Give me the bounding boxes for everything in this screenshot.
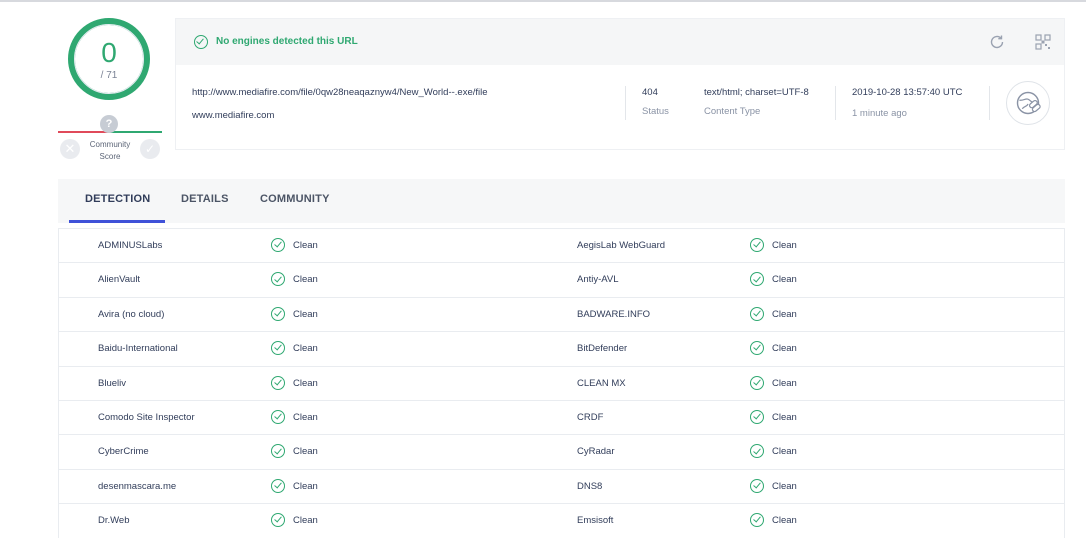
meta-divider — [835, 86, 836, 120]
table-row: Avira (no cloud) Clean BADWARE.INFO Clea… — [59, 298, 1064, 333]
result-label: Clean — [293, 412, 318, 423]
http-status-label: Status — [642, 106, 669, 117]
table-row: Blueliv Clean CLEAN MX Clean — [59, 367, 1064, 401]
result-label: Clean — [772, 515, 797, 527]
engine-name: Emsisoft — [577, 515, 614, 527]
detection-table: ADMINUSLabs Clean AegisLab WebGuard Clea… — [58, 228, 1065, 538]
result-label: Clean — [772, 343, 797, 355]
community-score-bar-positive — [110, 131, 162, 133]
result-label: Clean — [772, 480, 797, 492]
content-type-value: text/html; charset=UTF-8 — [704, 87, 809, 98]
globe-link-icon — [1006, 81, 1050, 125]
engine-name: Avira (no cloud) — [98, 308, 165, 320]
reload-icon[interactable] — [988, 33, 1006, 51]
result-label: Clean — [772, 274, 797, 286]
engine-total: / 71 — [100, 70, 118, 81]
tab-detection[interactable]: DETECTION — [85, 193, 150, 205]
analysis-date-value: 2019-10-28 13:57:40 UTC — [852, 87, 963, 98]
result-label: Clean — [293, 446, 318, 458]
scanned-host[interactable]: www.mediafire.com — [192, 110, 274, 121]
detection-status-text: No engines detected this URL — [216, 36, 358, 47]
http-status-value: 404 — [642, 87, 658, 98]
active-tab-indicator — [69, 220, 165, 223]
report-tabs: DETECTION DETAILS COMMUNITY — [58, 179, 1065, 223]
community-score-bar-negative — [58, 131, 110, 133]
engine-name: BitDefender — [577, 343, 628, 355]
clean-check-icon — [271, 272, 285, 287]
engine-name: desenmascara.me — [98, 480, 177, 492]
clean-check-icon — [750, 375, 764, 390]
table-row: desenmascara.me Clean DNS8 Clean — [59, 470, 1064, 505]
qr-code-icon[interactable] — [1034, 33, 1052, 51]
meta-divider — [989, 86, 990, 120]
summary-header: No engines detected this URL — [176, 19, 1064, 65]
clean-check-icon — [271, 444, 285, 459]
clean-check-icon — [750, 306, 764, 321]
result-label: Clean — [772, 412, 797, 423]
clean-check-icon — [271, 341, 285, 356]
result-label: Clean — [293, 240, 318, 251]
table-row: Dr.Web Clean Emsisoft Clean — [59, 504, 1064, 538]
clean-check-icon — [271, 238, 285, 252]
meta-divider — [625, 86, 626, 120]
result-label: Clean — [293, 480, 318, 492]
table-row: Baidu-International Clean BitDefender Cl… — [59, 332, 1064, 367]
clean-check-icon — [750, 238, 764, 252]
result-label: Clean — [293, 377, 318, 389]
url-summary-card: No engines detected this URL http://www.… — [175, 18, 1065, 150]
result-label: Clean — [772, 377, 797, 389]
scanned-url[interactable]: http://www.mediafire.com/file/0qw28neaqa… — [192, 87, 488, 98]
clean-check-icon — [750, 478, 764, 493]
engine-name: Comodo Site Inspector — [98, 412, 195, 423]
engine-name: DNS8 — [577, 480, 603, 492]
analysis-date-relative: 1 minute ago — [852, 108, 907, 119]
engine-name: AlienVault — [98, 274, 141, 286]
engine-name: ADMINUSLabs — [98, 240, 163, 251]
vote-harmless-button[interactable]: ✓ — [140, 139, 160, 159]
community-score-label: Community Score — [89, 140, 131, 161]
engine-name: AegisLab WebGuard — [577, 240, 666, 251]
tab-community[interactable]: COMMUNITY — [260, 193, 330, 205]
result-label: Clean — [293, 343, 318, 355]
engine-name: CyberCrime — [98, 446, 149, 458]
result-label: Clean — [772, 446, 797, 458]
engine-name: Blueliv — [98, 377, 126, 389]
content-type-label: Content Type — [704, 106, 761, 117]
result-label: Clean — [293, 515, 318, 527]
engine-name: CyRadar — [577, 446, 615, 458]
check-circle-icon — [194, 35, 208, 49]
table-row: ADMINUSLabs Clean AegisLab WebGuard Clea… — [59, 229, 1064, 264]
engine-name: CRDF — [577, 412, 604, 423]
clean-check-icon — [271, 306, 285, 321]
engine-name: Baidu-International — [98, 343, 178, 355]
engine-name: BADWARE.INFO — [577, 308, 651, 320]
result-label: Clean — [772, 240, 797, 251]
vote-malicious-button[interactable]: ✕ — [60, 139, 80, 159]
table-row: AlienVault Clean Antiy-AVL Clean — [59, 263, 1064, 298]
detection-count: 0 — [101, 37, 117, 68]
clean-check-icon — [271, 375, 285, 390]
table-row: Comodo Site Inspector Clean CRDF Clean — [59, 401, 1064, 436]
engine-name: Dr.Web — [98, 515, 130, 527]
score-ring: 0 / 71 — [68, 18, 150, 100]
clean-check-icon — [750, 444, 764, 459]
clean-check-icon — [271, 513, 285, 528]
engine-name: CLEAN MX — [577, 377, 626, 389]
top-divider — [0, 0, 1086, 2]
table-row: CyberCrime Clean CyRadar Clean — [59, 435, 1064, 470]
clean-check-icon — [750, 513, 764, 528]
clean-check-icon — [750, 410, 764, 424]
detection-score-widget: 0 / 71 ? ✕ Community Score ✓ — [58, 18, 162, 168]
result-label: Clean — [293, 274, 318, 286]
result-label: Clean — [772, 308, 797, 320]
result-label: Clean — [293, 308, 318, 320]
tab-details[interactable]: DETAILS — [181, 193, 229, 205]
clean-check-icon — [750, 341, 764, 356]
clean-check-icon — [271, 478, 285, 493]
engine-name: Antiy-AVL — [577, 274, 619, 286]
clean-check-icon — [271, 410, 285, 424]
community-score-unknown-icon: ? — [100, 115, 118, 133]
clean-check-icon — [750, 272, 764, 287]
